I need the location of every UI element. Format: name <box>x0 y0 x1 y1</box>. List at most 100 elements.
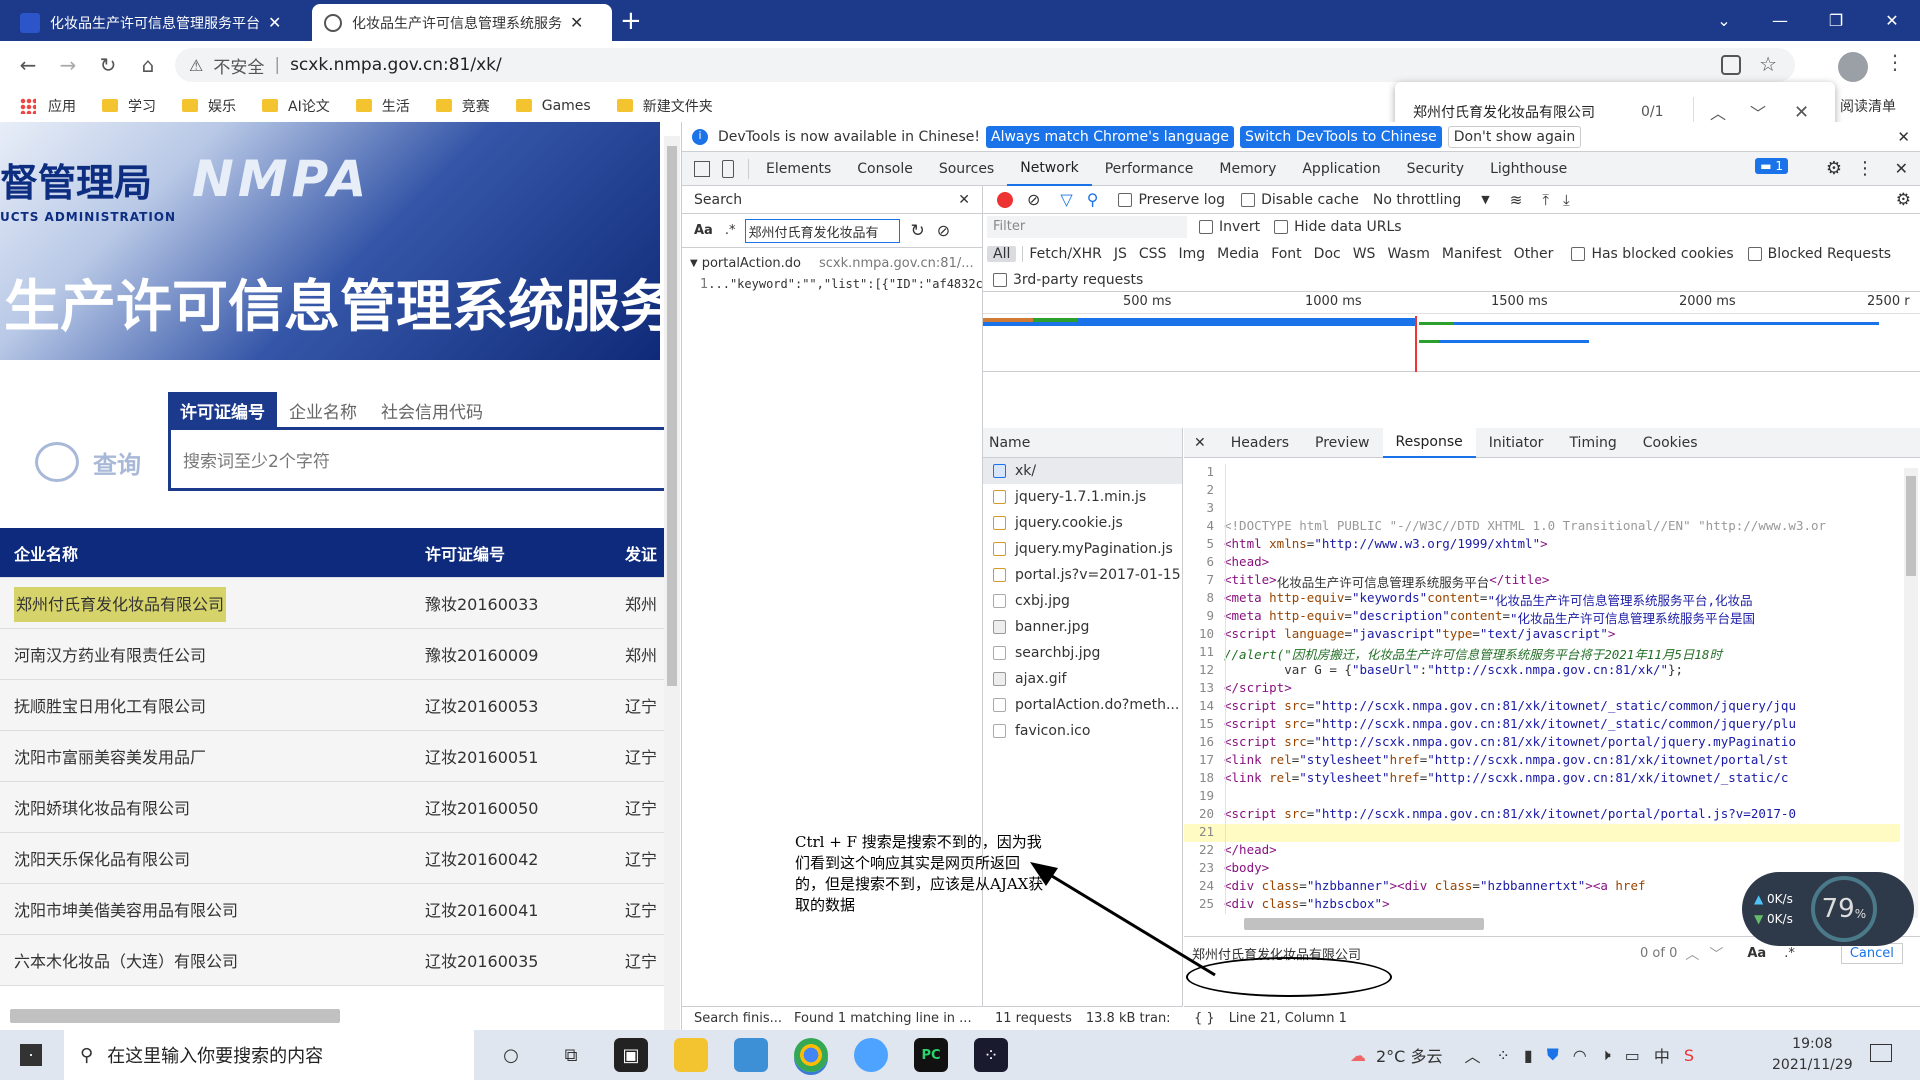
tab-company-name[interactable]: 企业名称 <box>277 392 369 429</box>
request-row[interactable]: jquery-1.7.1.min.js <box>983 484 1182 510</box>
table-row[interactable]: 六本木化妆品（大连）有限公司 辽妆20160035 辽宁 <box>0 935 665 986</box>
close-icon[interactable]: ✕ <box>268 13 281 32</box>
app-icon[interactable] <box>854 1038 888 1072</box>
tab-application[interactable]: Application <box>1289 152 1393 186</box>
request-row[interactable]: searchbj.jpg <box>983 640 1182 666</box>
find-next-icon[interactable]: ﹀ <box>1750 100 1766 124</box>
bookmark-folder[interactable]: 新建文件夹 <box>616 96 713 116</box>
filter-input[interactable]: Filter <box>987 216 1187 238</box>
type-filter-font[interactable]: Font <box>1265 246 1307 262</box>
search-result-line[interactable]: 1 ..."keyword":"","list":[{"ID":"af4832c… <box>682 274 982 294</box>
type-filter-js[interactable]: JS <box>1108 246 1133 262</box>
close-icon[interactable]: ✕ <box>1897 128 1910 146</box>
table-row[interactable]: 郑州付氏育发化妆品有限公司 豫妆20160033 郑州 <box>0 578 665 629</box>
bookmark-folder[interactable]: 娱乐 <box>182 96 236 116</box>
hide-data-urls-checkbox[interactable]: Hide data URLs <box>1274 219 1402 235</box>
task-view-icon[interactable]: ⧉ <box>554 1038 588 1072</box>
back-arrow-icon[interactable]: ← <box>12 49 44 81</box>
taskbar-search-box[interactable]: ⚲ 在这里输入你要搜索的内容 <box>64 1030 474 1080</box>
type-filter-wasm[interactable]: Wasm <box>1381 246 1435 262</box>
close-devtools-icon[interactable]: ✕ <box>1895 159 1908 178</box>
browser-tab-2[interactable]: 化妆品生产许可信息管理系统服务 ✕ <box>312 4 612 41</box>
type-filter-css[interactable]: CSS <box>1133 246 1173 262</box>
network-settings-gear-icon[interactable]: ⚙ <box>1896 190 1911 210</box>
address-bar[interactable]: ⚠ 不安全 | scxk.nmpa.gov.cn:81/xk/ ☆ <box>175 48 1795 82</box>
notifications-icon[interactable] <box>1870 1044 1892 1062</box>
type-filter-doc[interactable]: Doc <box>1308 246 1347 262</box>
tab-search-icon[interactable]: ⌄ <box>1696 11 1752 30</box>
switch-to-chinese-button[interactable]: Switch DevTools to Chinese <box>1239 125 1442 148</box>
star-icon[interactable]: ☆ <box>1759 52 1777 76</box>
table-row[interactable]: 抚顺胜宝日用化工有限公司 辽妆20160053 辽宁 <box>0 680 665 731</box>
tab-preview[interactable]: Preview <box>1302 428 1383 458</box>
network-conditions-icon[interactable]: ≋ <box>1510 191 1523 209</box>
browser-tab-1[interactable]: 化妆品生产许可信息管理服务平台 ✕ <box>8 4 308 41</box>
disable-cache-checkbox[interactable]: Disable cache <box>1241 192 1359 208</box>
tray-s-icon[interactable]: S <box>1684 1046 1694 1065</box>
more-options-icon[interactable]: ⋮ <box>1856 158 1874 179</box>
regex-button[interactable]: .* <box>1784 946 1795 961</box>
request-row[interactable]: favicon.ico <box>983 718 1182 744</box>
url-text[interactable]: scxk.nmpa.gov.cn:81/xk/ <box>290 55 502 75</box>
volume-icon[interactable]: 🕨 <box>1601 1045 1611 1065</box>
request-row[interactable]: ajax.gif <box>983 666 1182 692</box>
home-icon[interactable]: ⌂ <box>132 49 164 81</box>
refresh-icon[interactable]: ↻ <box>910 221 924 241</box>
match-case-button[interactable]: Aa <box>1747 946 1766 961</box>
find-next-icon[interactable]: ﹀ <box>1709 944 1723 964</box>
chrome-icon[interactable] <box>794 1038 828 1072</box>
ime-icon[interactable]: 中 <box>1654 1043 1670 1067</box>
file-explorer-icon[interactable] <box>674 1038 708 1072</box>
close-window-button[interactable]: ✕ <box>1864 11 1920 30</box>
search-input[interactable]: 搜索词至少2个字符 <box>168 427 665 491</box>
bookmark-folder[interactable]: Games <box>515 98 591 114</box>
tab-elements[interactable]: Elements <box>753 152 844 186</box>
tab-initiator[interactable]: Initiator <box>1476 428 1557 458</box>
request-row[interactable]: portalAction.do?meth... <box>983 692 1182 718</box>
preserve-log-checkbox[interactable]: Preserve log <box>1118 192 1225 208</box>
pretty-print-icon[interactable]: { } <box>1194 1011 1215 1026</box>
type-filter-img[interactable]: Img <box>1172 246 1211 262</box>
bookmark-folder[interactable]: 竞赛 <box>435 96 490 116</box>
table-row[interactable]: 沈阳市坤美偕美容用品有限公司 辽妆20160041 辽宁 <box>0 884 665 935</box>
always-match-language-button[interactable]: Always match Chrome's language <box>986 125 1234 148</box>
cancel-button[interactable]: Cancel <box>1840 943 1903 964</box>
type-filter-other[interactable]: Other <box>1508 246 1560 262</box>
battery-icon[interactable]: ▭ <box>1625 1046 1640 1065</box>
regex-button[interactable]: .* <box>725 223 736 238</box>
request-row[interactable]: cxbj.jpg <box>983 588 1182 614</box>
tab-headers[interactable]: Headers <box>1218 428 1302 458</box>
tab-credit-code[interactable]: 社会信用代码 <box>369 392 495 429</box>
invert-checkbox[interactable]: Invert <box>1199 219 1260 235</box>
pycharm-icon[interactable]: PC <box>914 1038 948 1072</box>
type-filter-all[interactable]: All <box>987 246 1017 262</box>
request-row[interactable]: portal.js?v=2017-01-15 <box>983 562 1182 588</box>
search-icon[interactable]: ⚲ <box>1087 190 1099 209</box>
tab-response[interactable]: Response <box>1382 427 1476 458</box>
type-filter-manifest[interactable]: Manifest <box>1436 246 1508 262</box>
match-case-button[interactable]: Aa <box>694 223 713 238</box>
table-row[interactable]: 沈阳天乐保化品有限公司 辽妆20160042 辽宁 <box>0 833 665 884</box>
search-query-input[interactable]: 郑州付氏育发化妆品有 <box>745 218 901 243</box>
has-blocked-cookies-checkbox[interactable]: Has blocked cookies <box>1571 246 1734 262</box>
find-close-icon[interactable]: ✕ <box>1794 102 1809 123</box>
close-icon[interactable]: ✕ <box>570 13 583 32</box>
table-row[interactable]: 沈阳娇琪化妆品有限公司 辽妆20160050 辽宁 <box>0 782 665 833</box>
tab-sources[interactable]: Sources <box>926 152 1007 186</box>
tray-bookmark-icon[interactable]: ▮ <box>1524 1046 1533 1065</box>
tab-performance[interactable]: Performance <box>1092 152 1207 186</box>
blocked-requests-checkbox[interactable]: Blocked Requests <box>1747 246 1891 262</box>
tab-license-number[interactable]: 许可证编号 <box>168 392 277 429</box>
search-result-file[interactable]: ▼ portalAction.do scxk.nmpa.gov.cn:81/..… <box>682 252 982 274</box>
horizontal-scrollbar[interactable] <box>10 1009 340 1023</box>
clear-icon[interactable]: ⊘ <box>1027 190 1040 209</box>
minimize-button[interactable]: — <box>1752 11 1808 30</box>
name-column-header[interactable]: Name <box>983 428 1182 458</box>
bookmark-folder[interactable]: AI论文 <box>262 96 330 116</box>
tray-expand-icon[interactable]: ︿ <box>1464 1043 1480 1067</box>
filter-icon[interactable]: ▽ <box>1060 190 1072 209</box>
menu-icon[interactable]: ⋮ <box>1885 50 1905 74</box>
find-input[interactable]: 郑州付氏育发化妆品有限公司 <box>1413 102 1633 122</box>
import-har-icon[interactable]: ⤒ <box>1542 191 1549 209</box>
dont-show-again-button[interactable]: Don't show again <box>1447 125 1582 148</box>
